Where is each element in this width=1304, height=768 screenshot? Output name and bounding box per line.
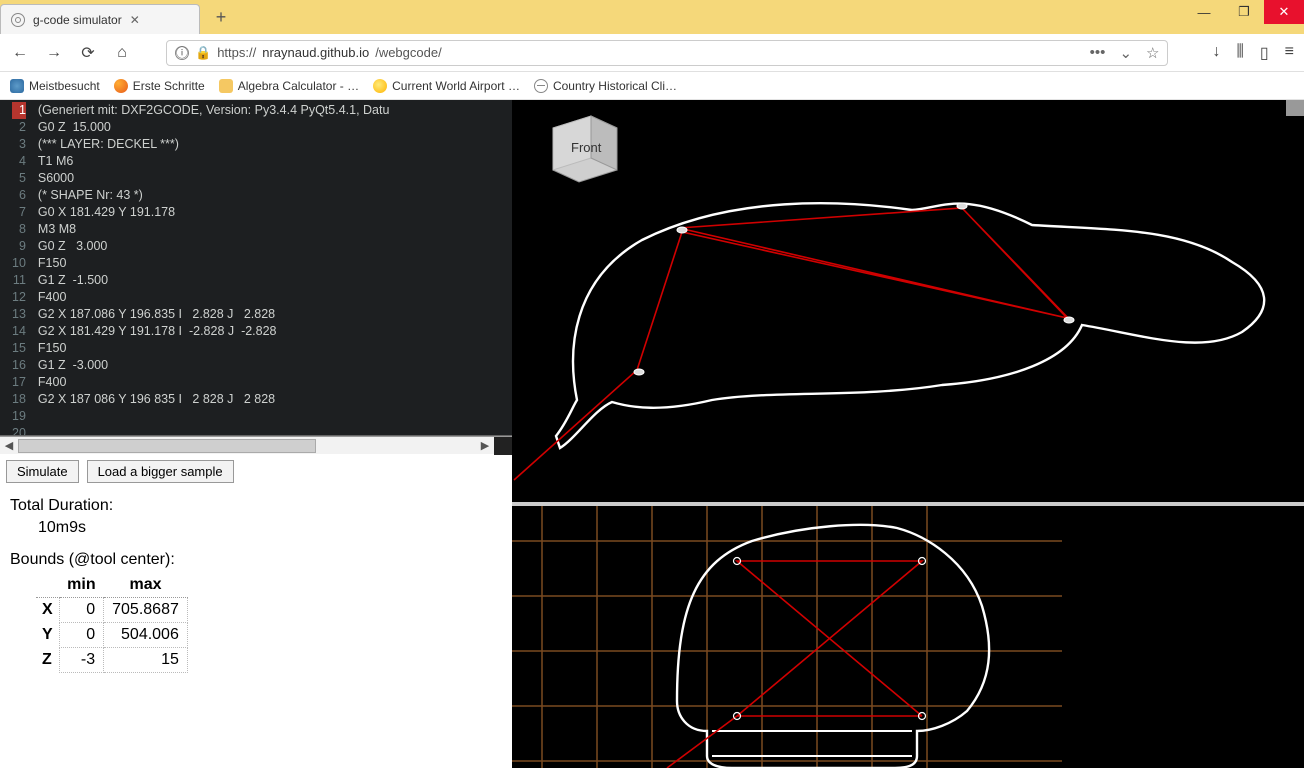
grid-2d — [512, 506, 1062, 768]
bookmark-icon — [534, 79, 548, 93]
page-actions-icon[interactable]: ••• — [1090, 44, 1106, 61]
window-titlebar: g-code simulator ✕ + — ❐ ✕ — [0, 0, 1304, 34]
close-button[interactable]: ✕ — [1264, 0, 1304, 24]
scroll-corner — [494, 437, 512, 455]
bookmark-icon — [10, 79, 24, 93]
hole-markers-3d — [634, 203, 1074, 375]
library-icon[interactable]: ⫼ — [1236, 43, 1243, 63]
bounds-table: minmax X0705.8687 Y0504.006 Z-315 — [36, 573, 188, 673]
tab-title: g-code simulator — [33, 13, 122, 27]
view-cube-front-label: Front — [571, 140, 602, 155]
sidebar-icon[interactable]: ▯ — [1260, 43, 1269, 63]
bookmark-item[interactable]: Current World Airport … — [373, 79, 520, 93]
total-duration-label: Total Duration: — [10, 497, 502, 515]
bookmark-star-icon[interactable]: ☆ — [1146, 44, 1159, 62]
rapid-moves-3d — [514, 208, 1072, 480]
bookmark-item[interactable]: Erste Schritte — [114, 79, 205, 93]
forward-button[interactable]: → — [44, 43, 64, 63]
scroll-indicator[interactable] — [1286, 100, 1304, 116]
3d-viewport[interactable]: Front — [512, 100, 1304, 506]
browser-navbar: ← → ⟳ ⌂ ⓘ 🔒 https:// nraynaud.github.io/w… — [0, 34, 1304, 72]
scroll-left-icon[interactable]: ◀ — [0, 437, 18, 455]
toolbar-icons: ↓ ⫼ ▯ ≡ — [1212, 43, 1294, 63]
bounds-z-min: -3 — [59, 648, 103, 673]
bookmark-label: Algebra Calculator - … — [238, 79, 359, 93]
scroll-right-icon[interactable]: ▶ — [476, 437, 494, 455]
bounds-col-min: min — [59, 573, 103, 598]
bookmark-icon — [219, 79, 233, 93]
toolpath-outline-3d — [556, 203, 1264, 448]
bookmark-item[interactable]: Algebra Calculator - … — [219, 79, 359, 93]
simulate-button[interactable]: Simulate — [6, 460, 79, 483]
url-domain: nraynaud.github.io — [262, 45, 369, 60]
bounds-col-max: max — [104, 573, 188, 598]
bookmark-icon — [114, 79, 128, 93]
scroll-track[interactable] — [18, 437, 476, 455]
load-bigger-sample-button[interactable]: Load a bigger sample — [87, 460, 234, 483]
bounds-y-min: 0 — [59, 623, 103, 648]
editor-gutter: 123456789101112131415161718192021 — [0, 100, 32, 436]
home-button[interactable]: ⌂ — [112, 43, 132, 63]
editor-horizontal-scrollbar[interactable]: ◀ ▶ — [0, 436, 512, 454]
reload-button[interactable]: ⟳ — [78, 43, 98, 63]
bounds-z-max: 15 — [104, 648, 188, 673]
2d-viewport[interactable] — [512, 506, 1304, 768]
bookmark-label: Meistbesucht — [29, 79, 100, 93]
chevron-down-icon[interactable]: ⌄ — [1119, 44, 1132, 62]
window-controls: — ❐ ✕ — [1184, 0, 1304, 24]
bookmark-icon — [373, 79, 387, 93]
view-cube[interactable]: Front — [547, 108, 623, 190]
bookmark-item[interactable]: Meistbesucht — [10, 79, 100, 93]
tab-close-icon[interactable]: ✕ — [130, 13, 140, 27]
bounds-label: Bounds (@tool center): — [10, 551, 502, 569]
url-bar[interactable]: ⓘ 🔒 https:// nraynaud.github.io/webgcode/… — [166, 40, 1168, 66]
rapid-moves-2d — [667, 561, 922, 768]
lock-icon: 🔒 — [195, 45, 211, 61]
scroll-thumb[interactable] — [18, 439, 316, 453]
bounds-axis-z: Z — [36, 648, 59, 673]
tab-favicon — [11, 13, 25, 27]
bounds-x-min: 0 — [59, 598, 103, 623]
menu-icon[interactable]: ≡ — [1285, 43, 1294, 63]
downloads-icon[interactable]: ↓ — [1212, 43, 1220, 63]
url-path: /webgcode/ — [375, 45, 442, 60]
page-info-icon[interactable]: ⓘ — [175, 46, 189, 60]
bookmark-item[interactable]: Country Historical Cli… — [534, 79, 677, 93]
body-cutouts — [712, 731, 912, 756]
editor-code[interactable]: (Generiert mit: DXF2GCODE, Version: Py3.… — [32, 100, 396, 436]
bounds-axis-x: X — [36, 598, 59, 623]
bookmarks-bar: Meistbesucht Erste Schritte Algebra Calc… — [0, 72, 1304, 100]
bookmark-label: Country Historical Cli… — [553, 79, 677, 93]
bookmark-label: Current World Airport … — [392, 79, 520, 93]
minimize-button[interactable]: — — [1184, 0, 1224, 24]
total-duration-value: 10m9s — [38, 519, 502, 537]
bookmark-label: Erste Schritte — [133, 79, 205, 93]
new-tab-button[interactable]: + — [206, 2, 236, 32]
bounds-y-max: 504.006 — [104, 623, 188, 648]
maximize-button[interactable]: ❐ — [1224, 0, 1264, 24]
bounds-x-max: 705.8687 — [104, 598, 188, 623]
browser-tab[interactable]: g-code simulator ✕ — [0, 4, 200, 34]
back-button[interactable]: ← — [10, 43, 30, 63]
simulation-info: Total Duration: 10m9s Bounds (@tool cent… — [0, 489, 512, 681]
gcode-editor[interactable]: 123456789101112131415161718192021 (Gener… — [0, 100, 512, 436]
url-prefix: https:// — [217, 45, 256, 60]
bounds-axis-y: Y — [36, 623, 59, 648]
